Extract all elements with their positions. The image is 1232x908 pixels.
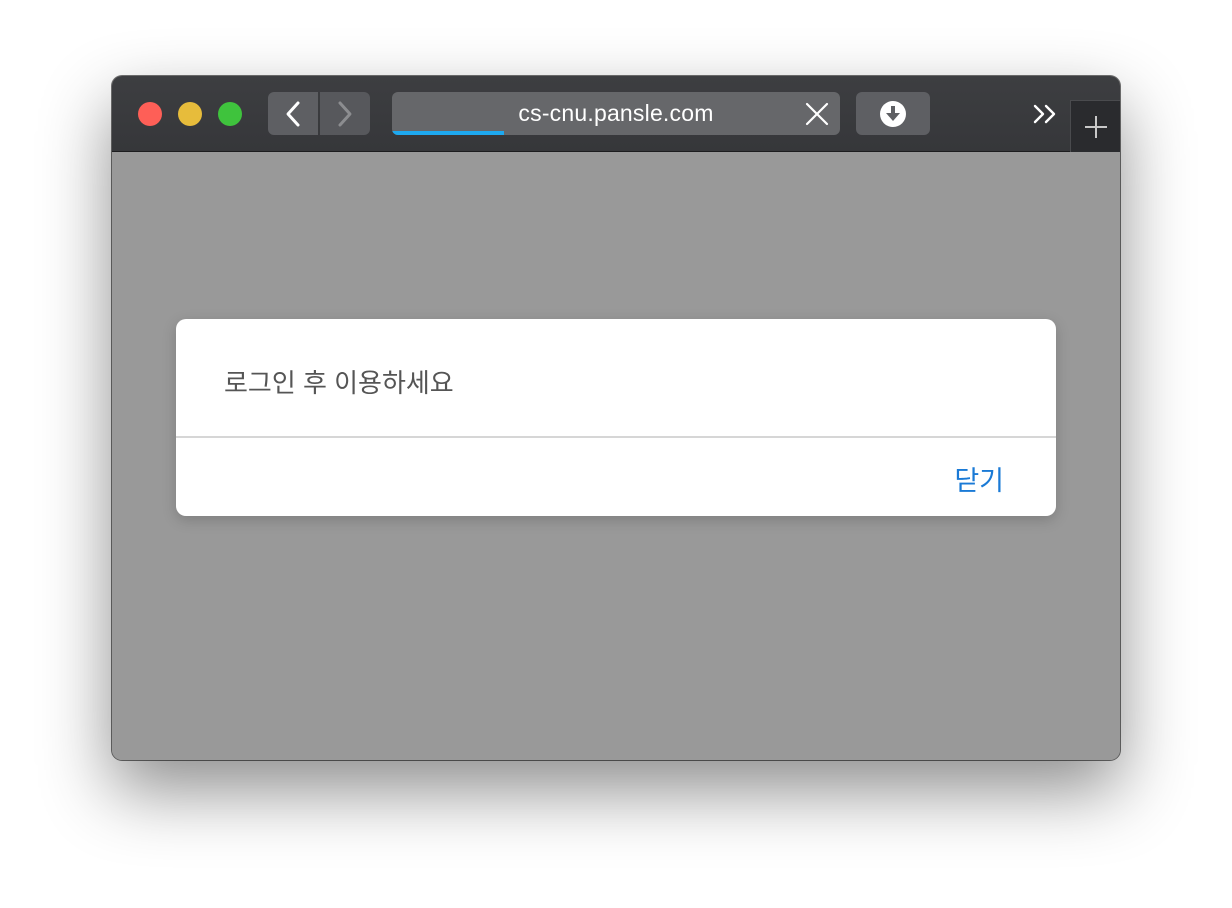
chevron-right-icon bbox=[338, 101, 352, 126]
toolbar-overflow-button[interactable] bbox=[1030, 100, 1060, 128]
dialog-message: 로그인 후 이용하세요 bbox=[224, 368, 454, 398]
alert-dialog: 로그인 후 이용하세요 닫기 bbox=[176, 319, 1056, 516]
screen: cs-cnu.pansle.com 로그인 후 이용하세요 닫기 bbox=[0, 0, 1232, 908]
chevron-left-icon bbox=[286, 101, 300, 126]
address-bar[interactable]: cs-cnu.pansle.com bbox=[392, 92, 840, 135]
dialog-close-button[interactable]: 닫기 bbox=[954, 459, 1004, 498]
plus-icon bbox=[1085, 115, 1107, 138]
forward-button[interactable] bbox=[320, 92, 370, 135]
browser-toolbar: cs-cnu.pansle.com bbox=[112, 76, 1120, 152]
window-zoom-button[interactable] bbox=[218, 102, 242, 126]
new-tab-button[interactable] bbox=[1070, 100, 1120, 152]
browser-window: cs-cnu.pansle.com 로그인 후 이용하세요 닫기 bbox=[112, 76, 1120, 760]
double-chevron-right-icon bbox=[1033, 104, 1056, 124]
close-icon[interactable] bbox=[804, 101, 830, 127]
page-load-progress-bar bbox=[392, 131, 504, 135]
window-minimize-button[interactable] bbox=[178, 102, 202, 126]
dialog-divider bbox=[176, 436, 1056, 438]
address-text[interactable]: cs-cnu.pansle.com bbox=[392, 92, 840, 135]
back-button[interactable] bbox=[268, 92, 318, 135]
download-icon bbox=[880, 100, 906, 127]
page-content-overlay: 로그인 후 이용하세요 닫기 bbox=[112, 152, 1120, 760]
downloads-button[interactable] bbox=[856, 92, 930, 135]
window-close-button[interactable] bbox=[138, 102, 162, 126]
